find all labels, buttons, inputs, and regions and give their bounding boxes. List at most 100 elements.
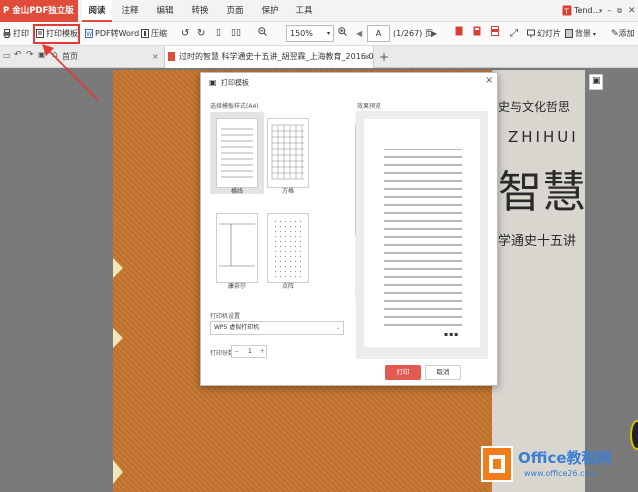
pdf-file-icon: [168, 52, 175, 61]
watermark-brand: Office教程网: [518, 449, 612, 467]
app-title: 金山PDF独立版: [12, 6, 74, 16]
print-button[interactable]: 打印: [3, 25, 29, 42]
pdf-to-word-button[interactable]: W PDF转Word: [85, 25, 139, 42]
slideshow-button[interactable]: 幻灯片: [527, 25, 561, 42]
compress-button[interactable]: 压缩: [141, 25, 167, 42]
chevron-down-icon: ▾: [326, 30, 330, 37]
plus-icon[interactable]: +: [260, 346, 265, 357]
minus-icon[interactable]: −: [234, 346, 239, 357]
fullscreen-icon[interactable]: ⤢: [510, 25, 518, 42]
preview-section-label: 效果预览: [357, 103, 382, 110]
app-menu-button[interactable]: P 金山PDF独立版 ▾: [0, 0, 78, 37]
background-icon: [565, 29, 573, 38]
restore-icon[interactable]: ⧉: [617, 0, 622, 22]
template-card-grid[interactable]: 方格: [261, 112, 315, 195]
template-name: 点阵: [281, 283, 294, 290]
add-tab-icon[interactable]: +: [379, 46, 389, 68]
preview-dots: ▪▪▪: [444, 331, 460, 338]
single-page-icon[interactable]: ▯: [216, 25, 221, 42]
watermark-url: www.office26.com: [524, 469, 598, 478]
printer-icon: [3, 29, 11, 38]
svg-text:T: T: [564, 8, 570, 16]
menu-tools[interactable]: 工具: [290, 0, 318, 22]
background-button[interactable]: 背景 ▾: [565, 25, 596, 42]
template-card-lined[interactable]: 横线: [210, 112, 264, 195]
template-name: 方格: [281, 188, 294, 195]
add-button[interactable]: ✎添加: [611, 25, 635, 42]
compress-label: 压缩: [151, 29, 167, 38]
tab-document[interactable]: 过时的智慧 科学通史十五讲_胡翌霖_上海教育_2016.07-1.pdf: [164, 46, 374, 68]
menu-annotate[interactable]: 注释: [116, 0, 144, 22]
page-input[interactable]: A: [367, 25, 390, 42]
grid-thumbnail: [267, 118, 309, 188]
zoom-out-icon[interactable]: [258, 25, 267, 42]
zoom-value: 150%: [290, 29, 313, 38]
next-page-icon[interactable]: ▶: [431, 25, 437, 42]
print-button[interactable]: 打印: [385, 365, 421, 380]
side-tool-button[interactable]: ▣: [589, 74, 603, 90]
print-template-dialog: ▣ 打印模板 × 选择模板样式(A4) 效果预览 横线 方格 康奈尔 点阵 ▪▪…: [200, 72, 498, 386]
print-label: 打印: [13, 29, 29, 38]
chevron-down-icon: ▾: [591, 31, 596, 38]
close-icon[interactable]: ×: [152, 46, 159, 68]
menu-convert[interactable]: 转换: [186, 0, 214, 22]
slideshow-icon: [527, 29, 535, 38]
zoom-in-icon[interactable]: [338, 25, 347, 42]
zoom-select[interactable]: 150% ▾: [286, 25, 334, 42]
preview-page: ▪▪▪: [364, 119, 480, 347]
prev-page-icon[interactable]: ◀: [356, 25, 362, 42]
undo-icon[interactable]: ↶: [14, 50, 22, 60]
office-logo-icon: [481, 446, 513, 482]
minimize-icon[interactable]: –: [607, 0, 612, 22]
add-label: 添加: [618, 29, 635, 38]
preview-lines: [384, 149, 462, 326]
copies-value[interactable]: 1: [248, 346, 252, 357]
page-count: (1/267) 页: [393, 29, 433, 38]
close-icon[interactable]: ✕: [628, 0, 636, 22]
template-section-label: 选择模板样式(A4): [210, 103, 259, 110]
double-page-icon[interactable]: ▯▯: [231, 25, 241, 42]
office-watermark: Office教程网 www.office26.com: [476, 437, 636, 491]
template-name: 康奈尔: [227, 283, 246, 290]
rotate-left-icon[interactable]: ↺: [181, 25, 189, 42]
background-label: 背景: [575, 29, 591, 38]
redo-icon[interactable]: ↷: [26, 50, 34, 60]
menu-protect[interactable]: 保护: [256, 0, 284, 22]
chevron-down-icon: ⌄: [335, 325, 340, 331]
cancel-button[interactable]: 取消: [425, 365, 461, 380]
template-icon: ▣: [209, 78, 217, 87]
menu-page[interactable]: 页面: [221, 0, 249, 22]
document-tab-title: 过时的智慧 科学通史十五讲_胡翌霖_上海教育_2016.07-1.pdf: [179, 52, 374, 61]
word-icon: W: [85, 29, 93, 38]
red-doc-icon[interactable]: [491, 25, 499, 42]
copies-stepper[interactable]: − 1 +: [231, 345, 267, 358]
cover-subtitle: 术史与文化哲思: [486, 100, 571, 114]
template-list: 横线 方格 康奈尔 点阵 ˄ ˅: [209, 111, 361, 311]
red-doc-icon[interactable]: [473, 25, 481, 42]
cover-title: 智慧: [498, 167, 586, 218]
close-icon[interactable]: ×: [364, 46, 371, 68]
user-avatar-icon[interactable]: T: [562, 5, 572, 16]
print-icon: ▣: [592, 76, 601, 86]
template-card-cornell[interactable]: 康奈尔: [210, 207, 264, 290]
user-name[interactable]: Tend...: [574, 0, 600, 22]
pdf-logo-icon: P: [3, 6, 10, 16]
cover-pinyin: ZHIHUI: [508, 128, 579, 146]
printer-select[interactable]: WPS 虚拟打印机 ⌄: [210, 321, 344, 335]
highlight-box: [33, 24, 80, 44]
printer-value: WPS 虚拟打印机: [214, 324, 260, 331]
menu-read[interactable]: 阅读: [82, 0, 112, 22]
menu-edit[interactable]: 编辑: [151, 0, 179, 22]
template-card-dot[interactable]: 点阵: [261, 207, 315, 290]
red-doc-icon[interactable]: [455, 25, 463, 42]
lined-thumbnail: [216, 118, 258, 188]
annotation-arrow: [42, 44, 99, 101]
template-name: 横线: [230, 188, 243, 195]
folder-icon[interactable]: ▭: [3, 51, 11, 60]
chevron-down-icon[interactable]: ▾: [599, 0, 603, 22]
add-icon: ✎: [611, 29, 619, 39]
rotate-right-icon[interactable]: ↻: [197, 25, 205, 42]
dot-thumbnail: [267, 213, 309, 283]
menu-bar: P 金山PDF独立版 ▾ 阅读 注释 编辑 转换 页面 保护 工具 T Tend…: [0, 0, 638, 37]
close-icon[interactable]: ×: [485, 75, 493, 86]
